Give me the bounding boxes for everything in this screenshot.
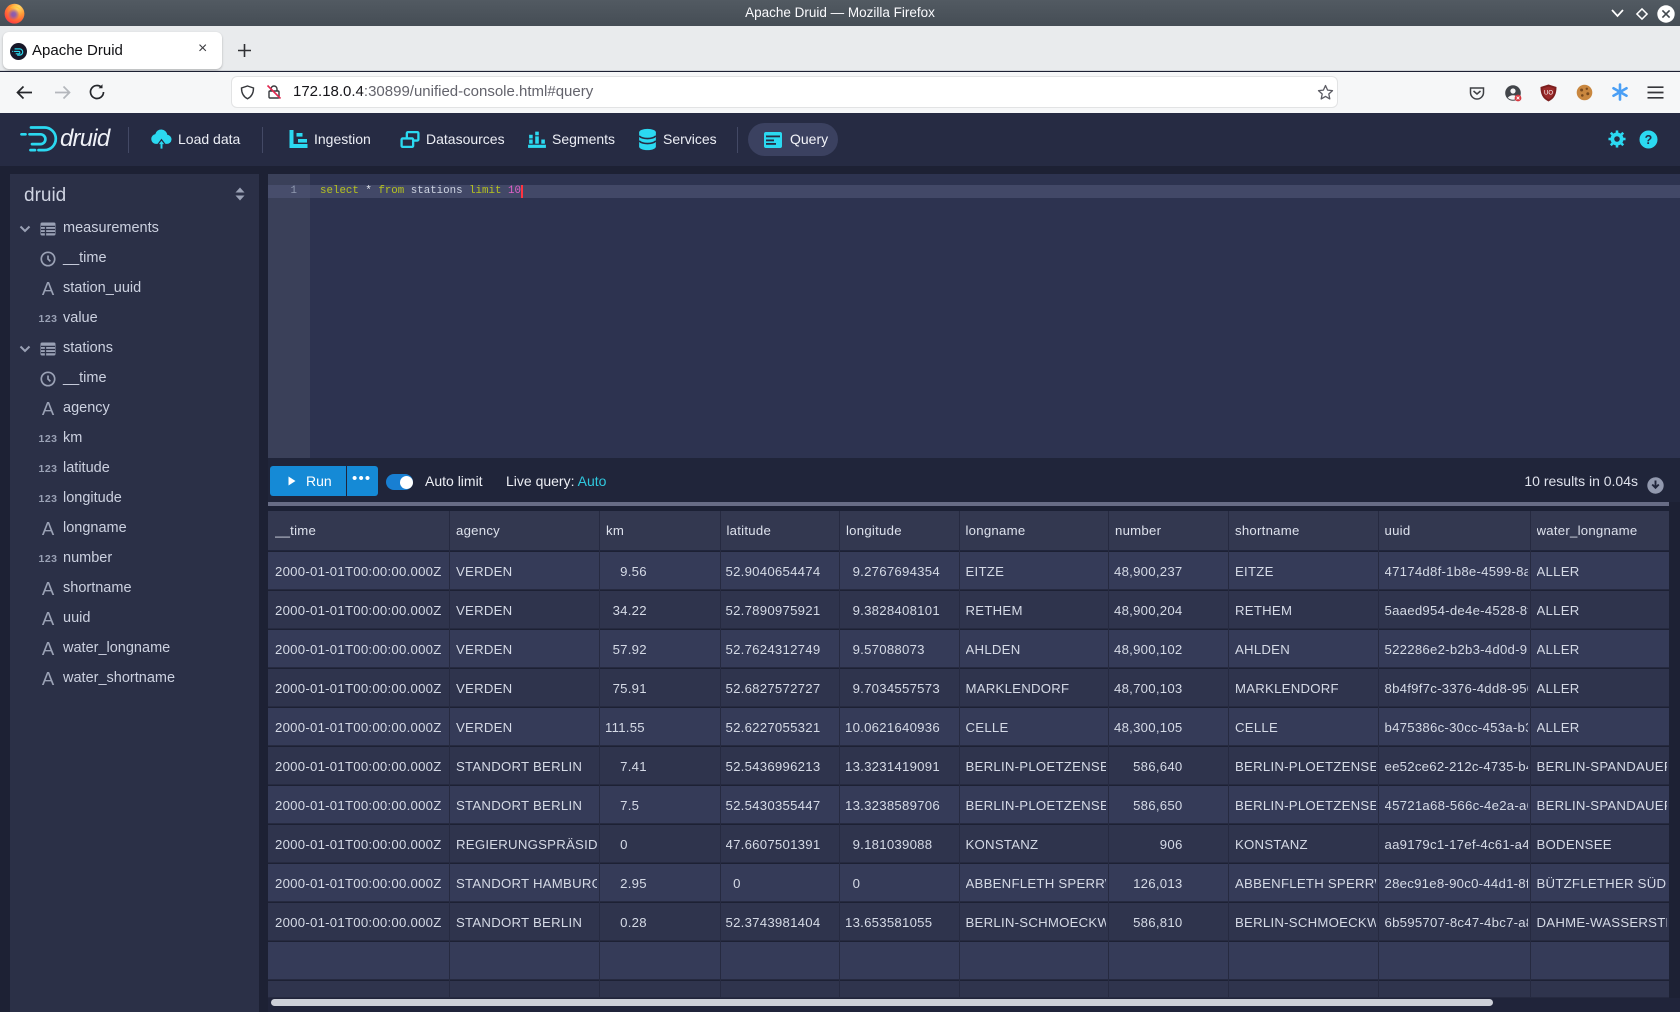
svg-text:?: ?: [1645, 133, 1653, 147]
svg-text:UO: UO: [1544, 91, 1553, 97]
